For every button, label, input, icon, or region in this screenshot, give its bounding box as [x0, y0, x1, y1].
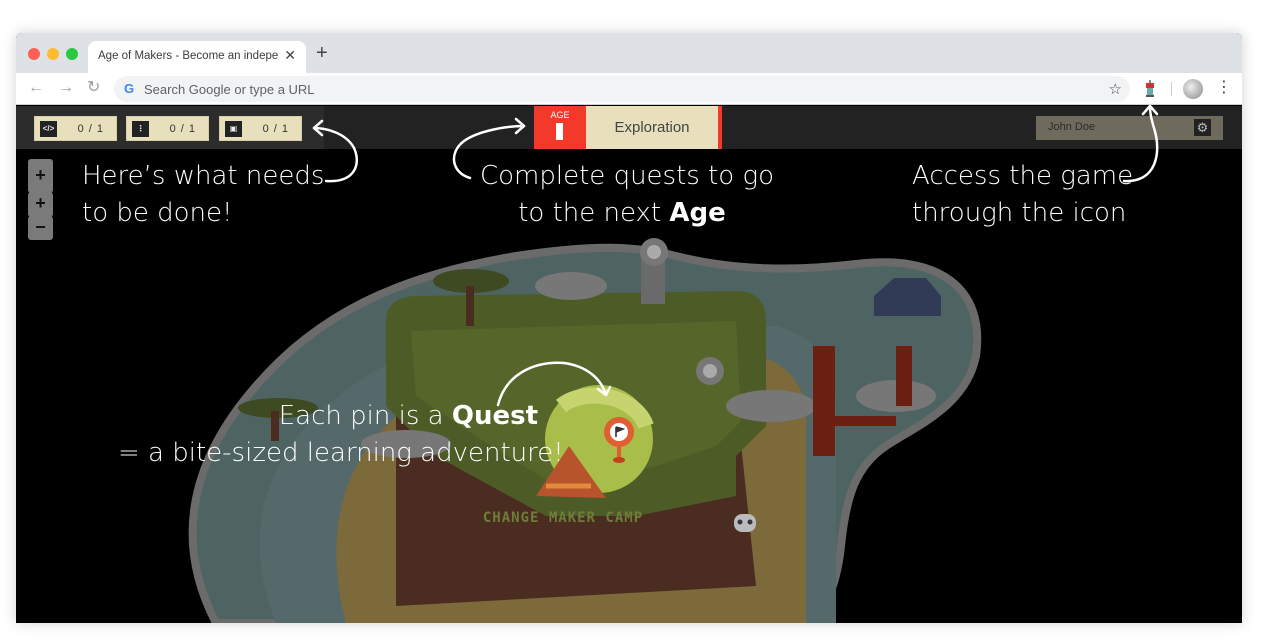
flowchart-icon: ⋮ — [132, 121, 149, 137]
browser-toolbar: ← → ↻ G Search Google or type a URL ☆ ⋮ — [16, 73, 1242, 105]
tab-title: Age of Makers - Become an indepe — [98, 50, 278, 62]
camp-sign: CHANGE MAKER CAMP — [483, 510, 643, 526]
back-icon[interactable]: ← — [28, 79, 44, 97]
age-roman-numeral — [556, 123, 563, 140]
browser-tab[interactable]: Age of Makers - Become an indepe ✕ — [88, 41, 306, 73]
toolbar-divider — [1171, 82, 1172, 96]
code-icon: </> — [40, 121, 57, 137]
tasks-annotation-line2: to be done! — [82, 198, 233, 228]
maximize-window-button[interactable] — [66, 48, 78, 60]
age-of-makers-extension-icon[interactable] — [1144, 80, 1156, 98]
age-annotation: Complete quests to go to the next Age — [480, 158, 774, 232]
task-count: 0 / 1 — [77, 123, 104, 135]
task-panel: </> 0 / 1 ⋮ 0 / 1 ▣ 0 / 1 — [16, 106, 324, 149]
gear-icon[interactable]: ⚙ — [1194, 119, 1211, 136]
bookmark-star-icon[interactable]: ☆ — [1109, 80, 1122, 98]
quest-annotation-line2: = a bite-sized learning adventure! — [118, 438, 564, 468]
cube-icon: ▣ — [225, 121, 242, 137]
tab-strip: Age of Makers - Become an indepe ✕ + — [16, 33, 1242, 73]
age-annotation-line1: Complete quests to go — [480, 161, 774, 191]
address-bar[interactable]: G Search Google or type a URL ☆ — [114, 76, 1130, 102]
user-menu[interactable]: John Doe ⚙ — [1036, 116, 1223, 140]
quest-annotation-line1: Each pin is a Quest — [278, 401, 538, 431]
user-name: John Doe — [1048, 121, 1096, 133]
browser-menu-icon[interactable]: ⋮ — [1216, 78, 1232, 98]
close-window-button[interactable] — [28, 48, 40, 60]
age-annotation-line2: to the next Age — [518, 198, 726, 228]
task-code[interactable]: </> 0 / 1 — [34, 116, 117, 141]
zoom-in-button-secondary[interactable]: + — [28, 192, 53, 217]
age-stage-name: Exploration — [586, 106, 722, 149]
game-top-bar: </> 0 / 1 ⋮ 0 / 1 ▣ 0 / 1 AGE Exploratio… — [16, 106, 1242, 149]
new-tab-button[interactable]: + — [316, 43, 328, 63]
task-cube[interactable]: ▣ 0 / 1 — [219, 116, 302, 141]
zoom-out-button[interactable]: − — [28, 216, 53, 240]
task-flowchart[interactable]: ⋮ 0 / 1 — [126, 116, 209, 141]
game-page: CHANGE MAKER CAMP </> 0 / 1 ⋮ 0 / 1 ▣ 0 … — [16, 106, 1242, 623]
zoom-in-button[interactable]: + — [28, 159, 53, 193]
tasks-annotation-line1: Here’s what needs — [82, 161, 325, 191]
icon-annotation-line1: Access the game — [912, 161, 1134, 191]
google-icon: G — [124, 81, 135, 96]
profile-avatar[interactable] — [1183, 79, 1203, 99]
task-count: 0 / 1 — [169, 123, 196, 135]
minimize-window-button[interactable] — [47, 48, 59, 60]
forward-icon[interactable]: → — [58, 79, 74, 97]
browser-window: Age of Makers - Become an indepe ✕ + ← →… — [16, 33, 1242, 623]
close-tab-icon[interactable]: ✕ — [284, 47, 296, 64]
reload-icon[interactable]: ↻ — [87, 79, 100, 97]
tasks-annotation: Here’s what needs to be done! — [82, 158, 324, 232]
address-placeholder: Search Google or type a URL — [144, 82, 315, 97]
task-count: 0 / 1 — [262, 123, 289, 135]
age-label: AGE — [550, 110, 570, 120]
quest-annotation: Each pin is a Quest = a bite-sized learn… — [118, 398, 564, 472]
icon-annotation-line2: through the icon — [912, 198, 1127, 228]
icon-annotation: Access the game through the icon — [912, 158, 1133, 232]
age-indicator[interactable]: AGE — [534, 106, 586, 149]
